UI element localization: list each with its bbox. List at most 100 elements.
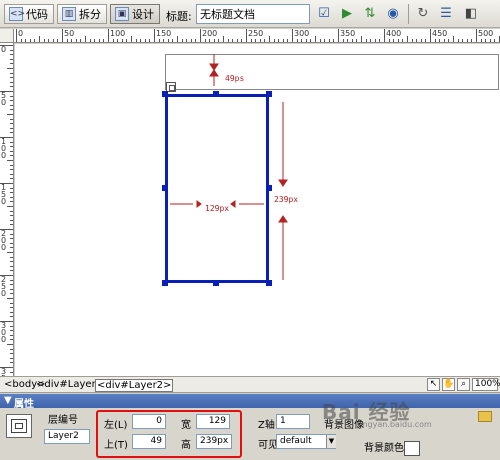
ruler-label: 250: [248, 29, 264, 38]
collapse-arrow-icon[interactable]: ▼: [4, 395, 12, 406]
split-view-label: 拆分: [79, 8, 101, 21]
property-inspector: 层编号 Layer2 左(L) 0 上(T) 49 宽 129 高 239px …: [0, 408, 500, 460]
ruler-minor-tick: [7, 344, 13, 345]
ruler-label: 50: [1, 91, 7, 107]
zoom-level[interactable]: 100%: [472, 378, 500, 391]
zoom-tool-icon[interactable]: ⌕: [457, 378, 470, 391]
ruler-minor-tick: [29, 39, 31, 42]
browse-folder-icon[interactable]: [478, 411, 492, 422]
ruler-minor-tick: [232, 39, 234, 42]
file-management-icon[interactable]: ⇅: [361, 5, 379, 23]
ruler-minor-tick: [10, 150, 13, 152]
ruler-minor-tick: [10, 265, 13, 267]
ruler-minor-tick: [10, 196, 13, 198]
browser-preview-icon[interactable]: ◉: [384, 5, 402, 23]
ruler-minor-tick: [466, 39, 468, 42]
ruler-minor-tick: [135, 39, 137, 42]
view-options-icon[interactable]: ☰: [437, 5, 455, 23]
visual-aids-icon[interactable]: ◧: [462, 5, 480, 23]
top-offset-annotation: 49ps: [225, 74, 245, 83]
ruler-minor-tick: [10, 270, 13, 272]
ruler-minor-tick: [10, 81, 13, 83]
ruler-minor-tick: [462, 39, 464, 42]
ruler-minor-tick: [10, 334, 13, 336]
ruler-minor-tick: [10, 325, 13, 327]
z-index-field[interactable]: 1: [276, 414, 310, 429]
ruler-minor-tick: [149, 39, 151, 42]
ruler-minor-tick: [10, 339, 13, 341]
ruler-minor-tick: [34, 39, 36, 42]
ruler-minor-tick: [10, 242, 13, 244]
ruler-minor-tick: [7, 114, 13, 115]
ruler-minor-tick: [10, 279, 13, 281]
ruler-minor-tick: [223, 36, 224, 42]
ruler-minor-tick: [10, 238, 13, 240]
ruler-minor-tick: [236, 39, 238, 42]
hand-tool-icon[interactable]: ✋: [442, 378, 455, 391]
ruler-minor-tick: [402, 39, 404, 42]
tag-div-layer2[interactable]: <div#Layer2>: [95, 379, 174, 392]
ruler-minor-tick: [10, 311, 13, 313]
ruler-minor-tick: [7, 206, 13, 207]
ruler-minor-tick: [7, 298, 13, 299]
ruler-minor-tick: [7, 160, 13, 161]
ruler-minor-tick: [397, 39, 399, 42]
ruler-minor-tick: [85, 36, 86, 42]
ruler-minor-tick: [75, 39, 77, 42]
ruler-major-tick: [62, 29, 63, 42]
ruler-major-tick: [154, 29, 155, 42]
ruler-minor-tick: [305, 39, 307, 42]
ruler-minor-tick: [457, 39, 459, 42]
ruler-minor-tick: [57, 39, 59, 42]
ruler-minor-tick: [10, 95, 13, 97]
ruler-minor-tick: [269, 36, 270, 42]
bg-color-label: 背景颜色: [364, 443, 404, 454]
pointer-tool-icon[interactable]: ↖: [427, 378, 440, 391]
ruler-minor-tick: [259, 39, 261, 42]
ruler-major-tick: [476, 29, 477, 42]
ruler-minor-tick: [10, 141, 13, 143]
ruler-minor-tick: [10, 330, 13, 332]
ruler-major-tick: [338, 29, 339, 42]
ruler-minor-tick: [186, 39, 188, 42]
layer-type-icon: [6, 414, 32, 438]
ruler-minor-tick: [10, 146, 13, 148]
code-icon: <>: [9, 7, 26, 21]
ruler-label: 450: [432, 29, 448, 38]
width-annotation: 129px: [205, 204, 230, 213]
ruler-minor-tick: [494, 39, 496, 42]
debug-icon[interactable]: ▶: [338, 5, 356, 23]
design-view-button[interactable]: ▣ 设计: [110, 4, 160, 24]
ruler-minor-tick: [204, 39, 206, 42]
ruler-minor-tick: [448, 39, 450, 42]
ruler-minor-tick: [227, 39, 229, 42]
layer-id-field[interactable]: Layer2: [44, 429, 90, 444]
properties-panel-header[interactable]: ▼ 属性: [0, 394, 500, 410]
ruler-minor-tick: [213, 39, 215, 42]
validate-icon[interactable]: ☑: [315, 5, 333, 23]
ruler-label: 200: [1, 229, 7, 252]
ruler-minor-tick: [112, 39, 114, 42]
ruler-minor-tick: [370, 39, 372, 42]
ruler-minor-tick: [273, 39, 275, 42]
split-view-button[interactable]: ▥ 拆分: [57, 4, 107, 24]
ruler-minor-tick: [282, 39, 284, 42]
ruler-minor-tick: [10, 307, 13, 309]
design-canvas[interactable]: 49ps 129px 239px: [15, 44, 500, 376]
ruler-minor-tick: [144, 39, 146, 42]
ruler-minor-tick: [319, 39, 321, 42]
code-view-button[interactable]: <> 代码: [4, 4, 54, 24]
ruler-minor-tick: [315, 36, 316, 42]
dimension-arrows: [170, 54, 288, 280]
ruler-minor-tick: [443, 39, 445, 42]
ruler-major-tick: [16, 29, 17, 42]
visibility-dropdown-icon[interactable]: ▼: [326, 435, 336, 448]
ruler-minor-tick: [10, 288, 13, 290]
title-input[interactable]: [196, 4, 310, 24]
ruler-minor-tick: [416, 39, 418, 42]
bg-color-swatch[interactable]: [404, 441, 420, 456]
ruler-minor-tick: [411, 39, 413, 42]
ruler-minor-tick: [117, 39, 119, 42]
ruler-label: 0: [18, 29, 24, 38]
refresh-icon[interactable]: ↻: [414, 5, 432, 23]
